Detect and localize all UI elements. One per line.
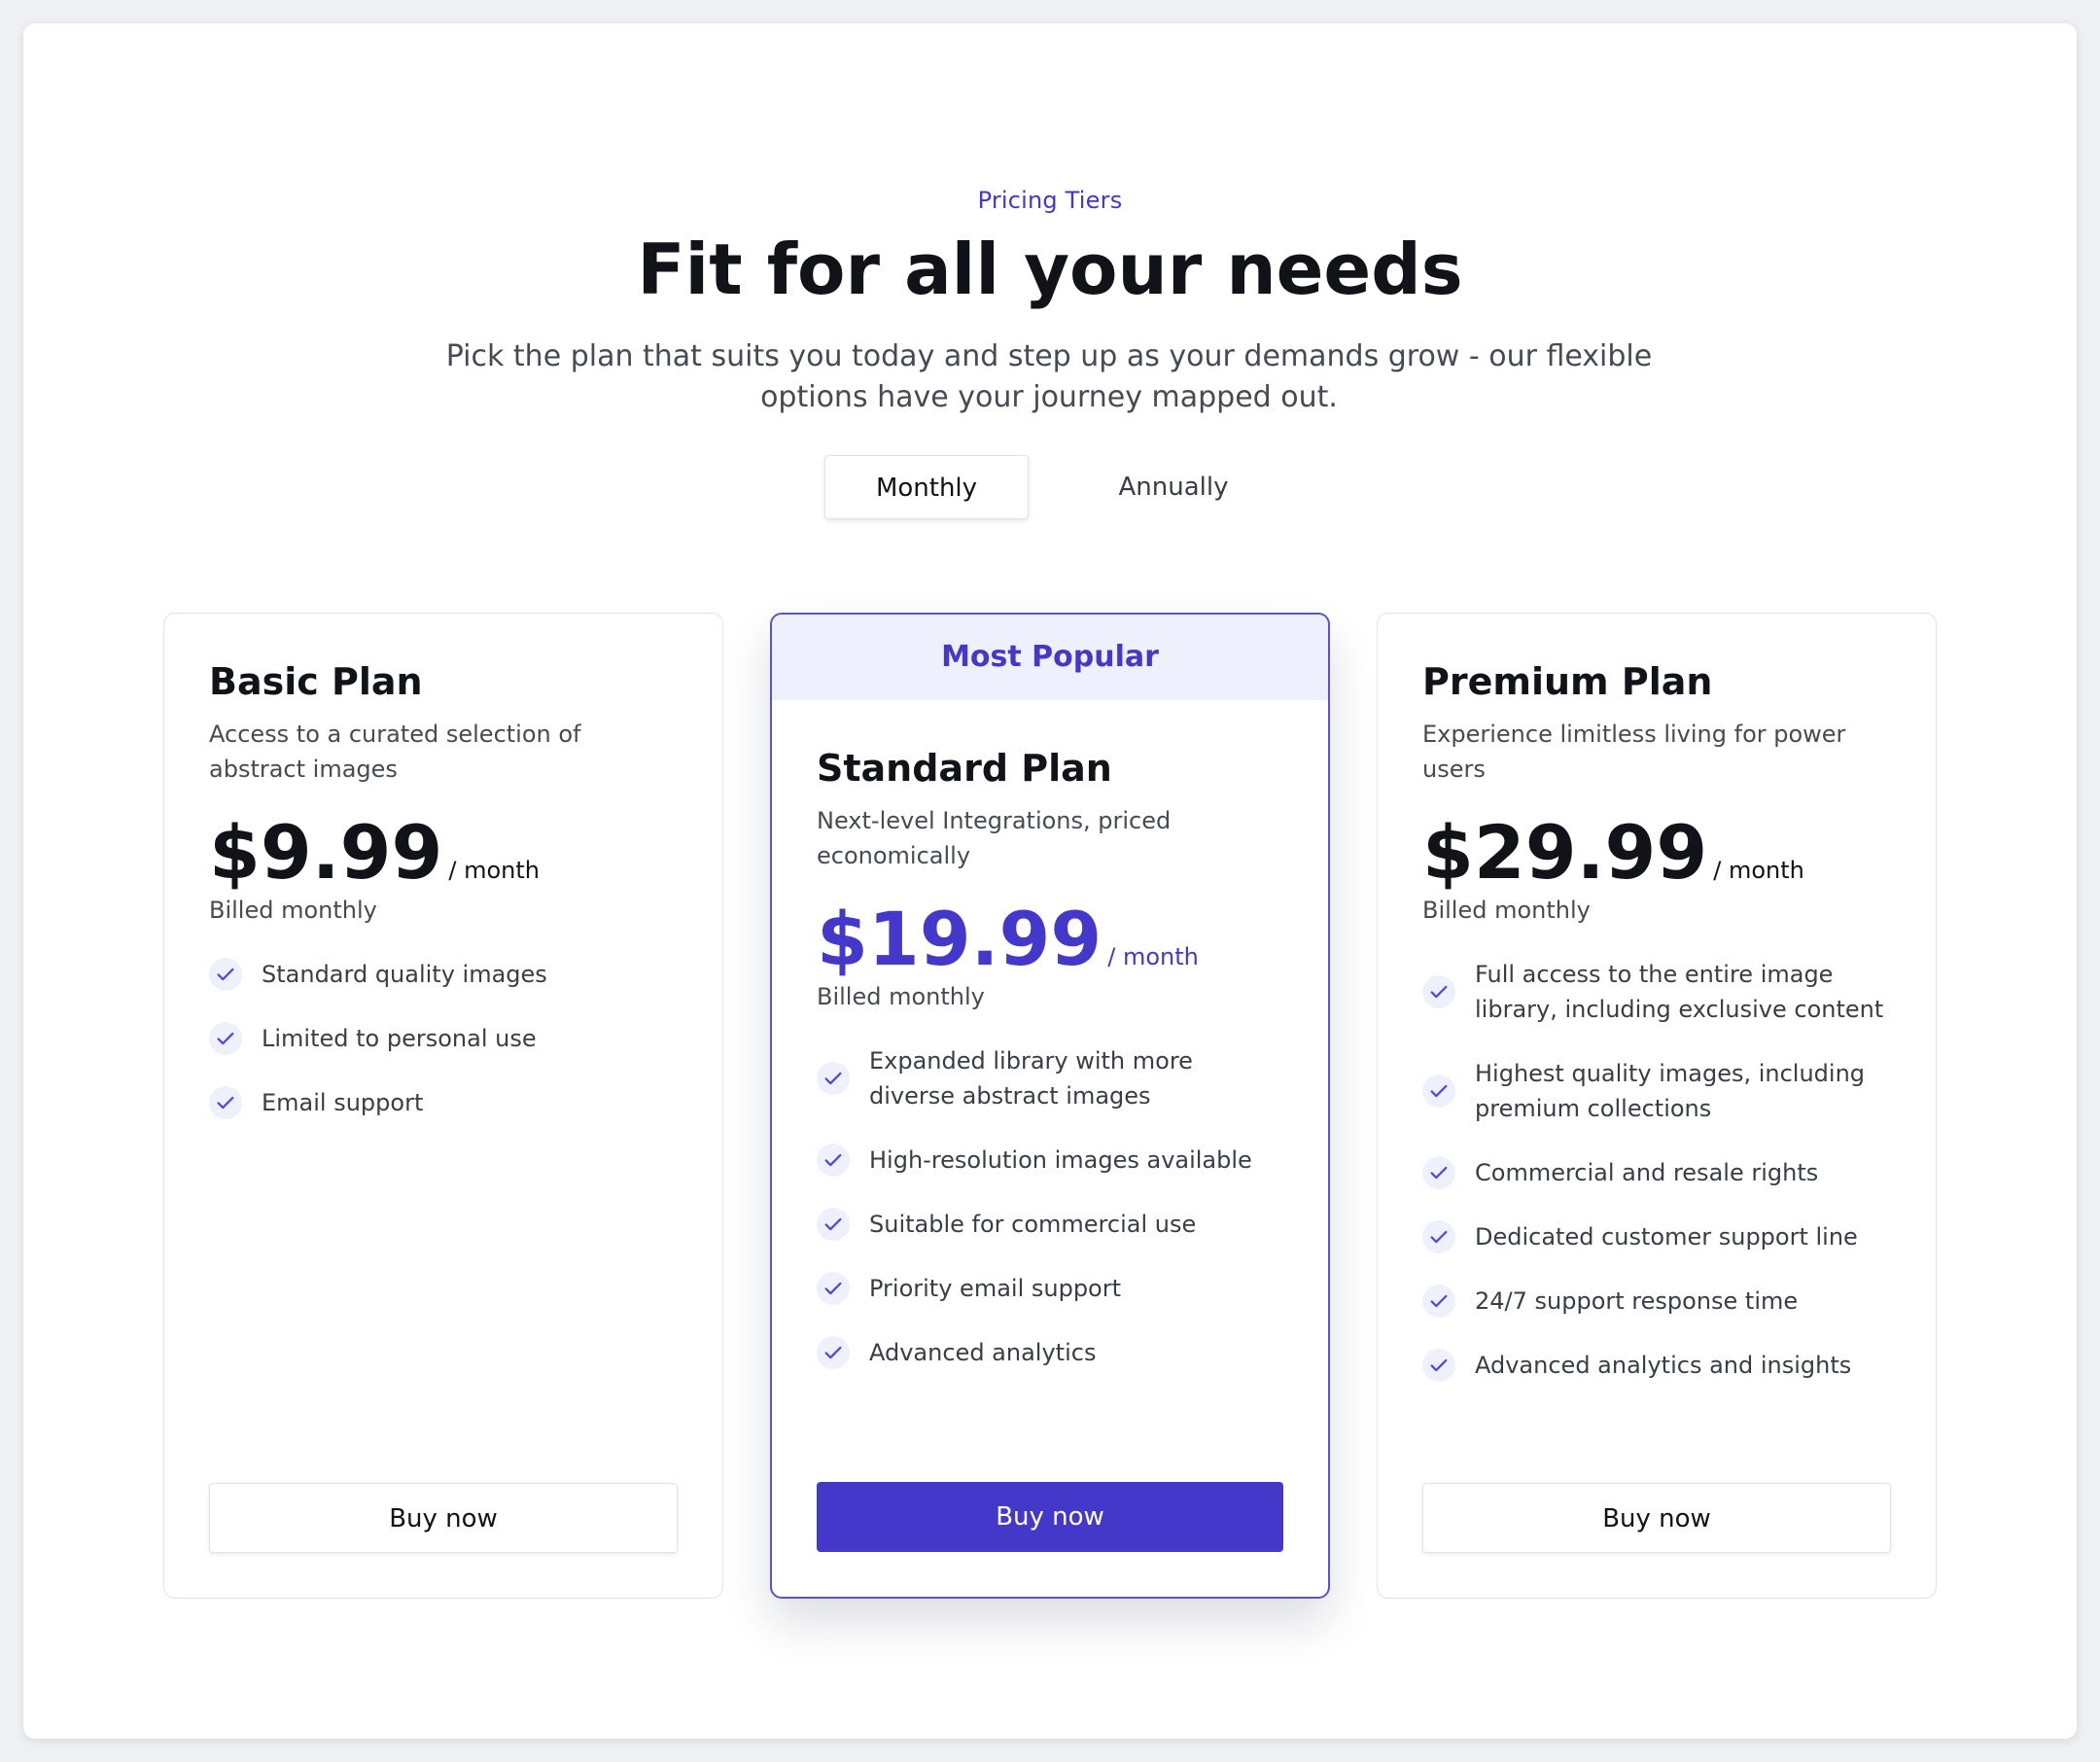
- feature-item: Expanded library with more diverse abstr…: [817, 1043, 1283, 1113]
- toggle-annually[interactable]: Annually: [1071, 455, 1276, 519]
- feature-text: Suitable for commercial use: [869, 1211, 1197, 1239]
- check-icon: [817, 1336, 850, 1370]
- feature-text: 24/7 support response time: [1475, 1287, 1799, 1316]
- feature-item: Full access to the entire image library,…: [1422, 957, 1891, 1027]
- feature-text: Advanced analytics: [869, 1339, 1097, 1367]
- plan-name: Standard Plan: [817, 747, 1112, 790]
- feature-list: Full access to the entire image library,…: [1422, 957, 1891, 1383]
- buy-now-button-premium[interactable]: Buy now: [1422, 1483, 1891, 1553]
- feature-text: Priority email support: [869, 1275, 1122, 1303]
- page-subtitle: Pick the plan that suits you today and s…: [445, 339, 1653, 414]
- check-icon: [1422, 1285, 1455, 1319]
- buy-now-button-standard[interactable]: Buy now: [817, 1482, 1283, 1552]
- billing-note: Billed monthly: [209, 897, 377, 925]
- plan-description: Experience limitless living for power us…: [1422, 720, 1846, 783]
- check-icon: [209, 1022, 242, 1056]
- check-icon: [817, 1272, 850, 1306]
- pricing-page: Pricing Tiers Fit for all your needs Pic…: [23, 23, 2077, 1739]
- check-icon: [817, 1062, 850, 1096]
- plan-price: $29.99: [1422, 808, 1708, 896]
- feature-text: Full access to the entire image library,…: [1475, 961, 1884, 1024]
- price-period: / month: [1107, 942, 1199, 970]
- feature-item: 24/7 support response time: [1422, 1284, 1891, 1319]
- feature-item: Advanced analytics and insights: [1422, 1348, 1891, 1383]
- feature-item: High-resolution images available: [817, 1143, 1283, 1178]
- plan-card-content: Basic Plan Access to a curated selection…: [209, 660, 678, 1149]
- feature-item: Dedicated customer support line: [1422, 1219, 1891, 1254]
- price-row: $29.99 / month: [1422, 808, 1891, 896]
- buy-now-button-basic[interactable]: Buy now: [209, 1483, 678, 1553]
- check-icon: [1422, 1075, 1455, 1109]
- feature-list: Standard quality images Limited to perso…: [209, 957, 678, 1120]
- billing-note: Billed monthly: [1422, 897, 1591, 925]
- check-icon: [209, 958, 242, 992]
- check-icon: [209, 1086, 242, 1120]
- page-title: Fit for all your needs: [637, 229, 1463, 310]
- plan-name: Basic Plan: [209, 660, 423, 703]
- plan-card-premium: Premium Plan Experience limitless living…: [1377, 613, 1937, 1599]
- feature-item: Limited to personal use: [209, 1021, 678, 1056]
- price-row: $19.99 / month: [817, 895, 1283, 982]
- plan-card-standard: Most Popular Standard Plan Next-level In…: [770, 613, 1330, 1599]
- check-icon: [817, 1208, 850, 1242]
- plan-card-content: Standard Plan Next-level Integrations, p…: [817, 747, 1283, 1399]
- feature-item: Suitable for commercial use: [817, 1207, 1283, 1242]
- feature-text: Advanced analytics and insights: [1475, 1352, 1852, 1380]
- feature-text: Highest quality images, including premiu…: [1475, 1060, 1866, 1123]
- feature-text: Dedicated customer support line: [1475, 1223, 1858, 1251]
- plan-price: $9.99: [209, 808, 443, 896]
- check-icon: [1422, 1220, 1455, 1254]
- feature-item: Advanced analytics: [817, 1335, 1283, 1370]
- check-icon: [1422, 1156, 1455, 1190]
- feature-text: Commercial and resale rights: [1475, 1159, 1819, 1187]
- most-popular-badge: Most Popular: [772, 615, 1328, 700]
- plan-card-basic: Basic Plan Access to a curated selection…: [163, 613, 723, 1599]
- plan-name: Premium Plan: [1422, 660, 1713, 703]
- feature-item: Priority email support: [817, 1271, 1283, 1306]
- price-row: $9.99 / month: [209, 808, 678, 896]
- plan-card-content: Premium Plan Experience limitless living…: [1422, 660, 1891, 1412]
- check-icon: [817, 1144, 850, 1178]
- price-period: / month: [1713, 856, 1804, 884]
- feature-item: Email support: [209, 1085, 678, 1120]
- billing-note: Billed monthly: [817, 983, 985, 1011]
- feature-item: Highest quality images, including premiu…: [1422, 1056, 1891, 1126]
- feature-item: Standard quality images: [209, 957, 678, 992]
- plan-description: Next-level Integrations, priced economic…: [817, 806, 1172, 869]
- price-period: / month: [448, 856, 541, 884]
- billing-toggle: Monthly Annually: [23, 455, 2077, 519]
- feature-text: Standard quality images: [262, 961, 547, 989]
- plan-price: $19.99: [817, 895, 1102, 982]
- eyebrow-label: Pricing Tiers: [977, 187, 1123, 214]
- feature-text: Limited to personal use: [262, 1025, 537, 1053]
- toggle-monthly[interactable]: Monthly: [824, 455, 1029, 519]
- plan-description: Access to a curated selection of abstrac…: [209, 720, 581, 783]
- feature-item: Commercial and resale rights: [1422, 1155, 1891, 1190]
- feature-text: Email support: [262, 1089, 424, 1117]
- check-icon: [1422, 975, 1455, 1009]
- feature-list: Expanded library with more diverse abstr…: [817, 1043, 1283, 1370]
- feature-text: High-resolution images available: [869, 1146, 1252, 1175]
- check-icon: [1422, 1349, 1455, 1383]
- feature-text: Expanded library with more diverse abstr…: [869, 1047, 1193, 1110]
